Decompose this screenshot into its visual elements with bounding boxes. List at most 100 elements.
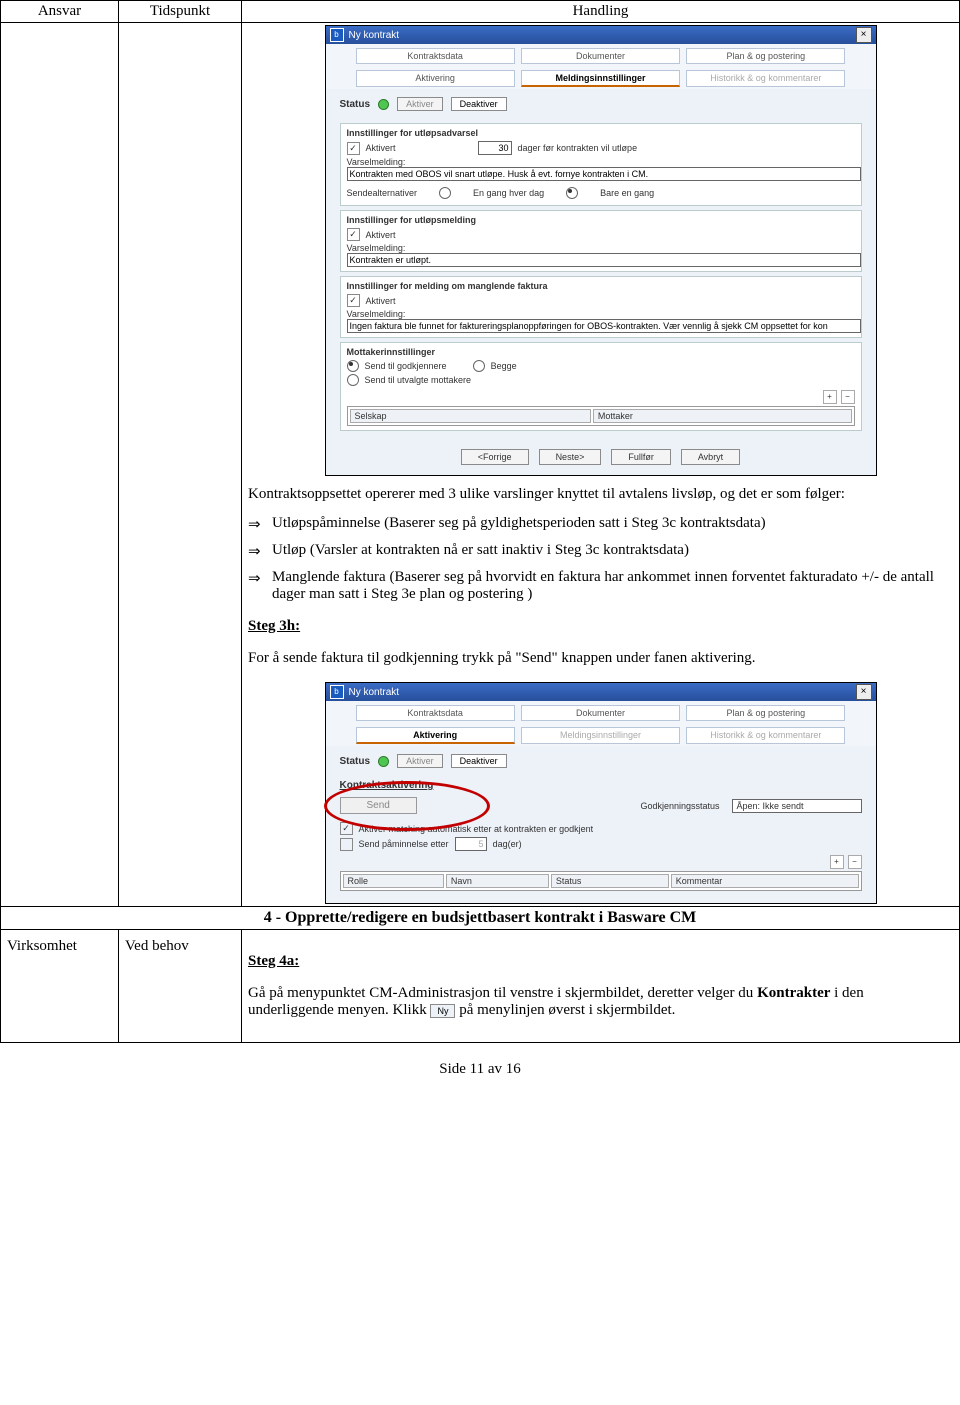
bullet-1: Utløpspåminnelse (Baserer seg på gyldigh… (248, 515, 953, 532)
tabs-row-2: Aktivering Meldingsinnstillinger Histori… (326, 66, 876, 89)
th-selskap: Selskap (350, 409, 591, 423)
neste-button[interactable]: Neste> (539, 449, 602, 465)
group-mottaker: Mottakerinnstillinger Send til godkjenne… (340, 342, 862, 431)
godkjenningsstatus-value: Åpen: Ikke sendt (732, 799, 862, 813)
group-manglende-faktura: Innstillinger for melding om manglende f… (340, 276, 862, 338)
radio-begge[interactable] (473, 360, 485, 372)
d2-deaktiver-button[interactable]: Deaktiver (451, 754, 507, 768)
days-input[interactable] (478, 141, 512, 155)
app-icon2: b (330, 685, 344, 699)
d2-status-label: Status (340, 756, 371, 767)
aktivert3-label: Aktivert (366, 296, 396, 306)
d2-th-rolle: Rolle (343, 874, 444, 888)
group-utlopsadvarsel: Innstillinger for utløpsadvarsel ✓ Aktiv… (340, 123, 862, 206)
tab-meldingsinnstillinger[interactable]: Meldingsinnstillinger (521, 70, 680, 87)
step4a-paragraph: Gå på menypunktet CM-Administrasjon til … (248, 985, 953, 1019)
step4a-heading: Steg 4a: (248, 953, 299, 969)
godkjenningsstatus-label: Godkjenningsstatus (640, 801, 719, 811)
d2-status-led-icon (378, 756, 389, 767)
d2-chk2[interactable] (340, 838, 353, 851)
aktiver-button[interactable]: Aktiver (397, 97, 443, 111)
group4-title: Mottakerinnstillinger (347, 347, 855, 357)
d2-remove-icon[interactable]: − (848, 855, 862, 869)
cell-handling: b Ny kontrakt × Kontraktsdata Dokumenter… (242, 23, 960, 907)
intro-text: Kontraktsoppsettet opererer med 3 ulike … (248, 486, 953, 503)
radio-godkjennere-label: Send til godkjennere (365, 361, 447, 371)
aktivert2-label: Aktivert (366, 230, 396, 240)
aktivert1-checkbox[interactable]: ✓ (347, 142, 360, 155)
header-handling: Handling (242, 1, 960, 23)
d2-days-input[interactable] (455, 837, 487, 851)
step4a-text3: på menylinjen øverst i skjermbildet. (459, 1002, 675, 1018)
d2-tab-plan[interactable]: Plan & og postering (686, 705, 845, 721)
forrige-button[interactable]: <Forrige (461, 449, 529, 465)
avbryt-button[interactable]: Avbryt (681, 449, 740, 465)
days-label: dager før kontrakten vil utløpe (518, 143, 638, 153)
tabs2-row-1: Kontraktsdata Dokumenter Plan & og poste… (326, 701, 876, 723)
dialog-title: Ny kontrakt (349, 30, 400, 41)
step3h-text: For å sende faktura til godkjenning tryk… (248, 650, 953, 667)
d2-th-navn: Navn (446, 874, 549, 888)
d2-tab-meldinger[interactable]: Meldingsinnstillinger (521, 727, 680, 744)
varsel3-input[interactable] (347, 319, 861, 333)
d2-chk2-label: Send påminnelse etter (359, 839, 449, 849)
d2-chk1-label: Aktiver matching automatisk etter at kon… (359, 824, 594, 834)
mottaker-table: Selskap Mottaker (347, 406, 855, 426)
step3h-heading: Steg 3h: (248, 618, 300, 634)
d2-tab-dokumenter[interactable]: Dokumenter (521, 705, 680, 721)
app-icon: b (330, 28, 344, 42)
aktivert2-checkbox[interactable]: ✓ (347, 228, 360, 241)
cell-step4a: Steg 4a: Gå på menypunktet CM-Administra… (242, 930, 960, 1043)
close-icon[interactable]: × (856, 27, 872, 43)
radio-begge-label: Begge (491, 361, 517, 371)
d2-dager-label: dag(er) (493, 839, 522, 849)
radio-utvalgte-label: Send til utvalgte mottakere (365, 375, 472, 385)
d2-aktiver-button[interactable]: Aktiver (397, 754, 443, 768)
ny-button[interactable]: Ny (430, 1004, 455, 1018)
header-ansvar: Ansvar (1, 1, 119, 23)
radio-engang-dag[interactable] (439, 187, 451, 199)
add-icon[interactable]: + (823, 390, 837, 404)
d2-table: Rolle Navn Status Kommentar (340, 871, 862, 891)
tab-plan[interactable]: Plan & og postering (686, 48, 845, 64)
send-button[interactable]: Send (340, 797, 417, 814)
fullfor-button[interactable]: Fullfør (611, 449, 671, 465)
group2-title: Innstillinger for utløpsmelding (347, 215, 855, 225)
button-bar: <Forrige Neste> Fullfør Avbryt (326, 441, 876, 475)
tab-dokumenter[interactable]: Dokumenter (521, 48, 680, 64)
varsel3-label: Varselmelding: (347, 309, 855, 319)
d2-add-icon[interactable]: + (830, 855, 844, 869)
d2-tab-historikk[interactable]: Historikk & og kommentarer (686, 727, 845, 744)
tab-historikk[interactable]: Historikk & og kommentarer (686, 70, 845, 87)
remove-icon[interactable]: − (841, 390, 855, 404)
tab-aktivering[interactable]: Aktivering (356, 70, 515, 87)
d2-tab-kontraktsdata[interactable]: Kontraktsdata (356, 705, 515, 721)
status-led-icon (378, 99, 389, 110)
step4a-text1: Gå på menypunktet CM-Administrasjon til … (248, 985, 757, 1001)
th-mottaker: Mottaker (593, 409, 852, 423)
tab-kontraktsdata[interactable]: Kontraktsdata (356, 48, 515, 64)
radio-godkjennere[interactable] (347, 360, 359, 372)
varsel2-label: Varselmelding: (347, 243, 855, 253)
d2-chk1[interactable]: ✓ (340, 822, 353, 835)
close-icon2[interactable]: × (856, 684, 872, 700)
group-utlopsmelding: Innstillinger for utløpsmelding ✓ Aktive… (340, 210, 862, 272)
cell-virksomhet: Virksomhet (1, 930, 119, 1043)
varsel1-input[interactable] (347, 167, 861, 181)
varsel2-input[interactable] (347, 253, 861, 267)
tabs-row-1: Kontraktsdata Dokumenter Plan & og poste… (326, 44, 876, 66)
titlebar: b Ny kontrakt × (326, 26, 876, 44)
d2-tab-aktivering[interactable]: Aktivering (356, 727, 515, 744)
titlebar2: b Ny kontrakt × (326, 683, 876, 701)
section4-title: 4 - Opprette/redigere en budsjettbasert … (1, 907, 960, 930)
status-label: Status (340, 99, 371, 110)
varsel1-label: Varselmelding: (347, 157, 855, 167)
sendalt-label: Sendealternativer (347, 188, 418, 198)
d2-status-row: Status Aktiver Deaktiver (340, 752, 862, 776)
tabs2-row-2: Aktivering Meldingsinnstillinger Histori… (326, 723, 876, 746)
radio-bare-en-gang[interactable] (566, 187, 578, 199)
deaktiver-button[interactable]: Deaktiver (451, 97, 507, 111)
cell-vedbehov: Ved behov (119, 930, 242, 1043)
aktivert3-checkbox[interactable]: ✓ (347, 294, 360, 307)
radio-utvalgte[interactable] (347, 374, 359, 386)
